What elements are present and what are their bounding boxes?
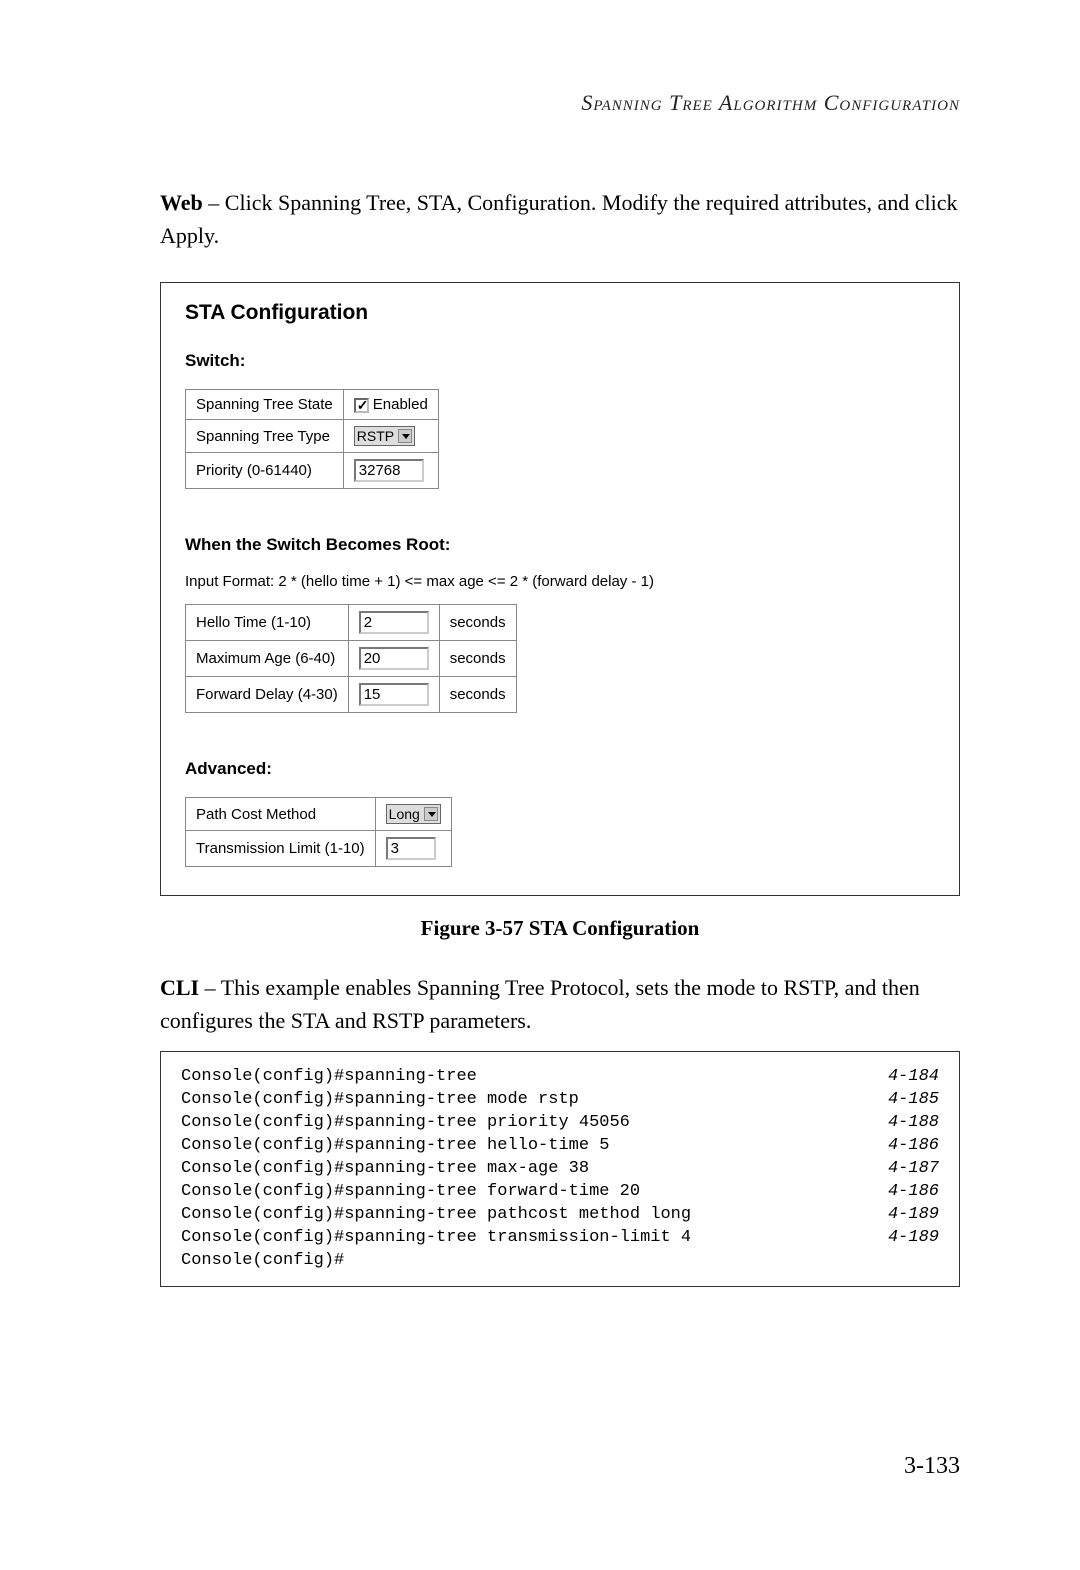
cli-line: Console(config)#spanning-tree forward-ti… [181,1181,939,1204]
cli-text: – This example enables Spanning Tree Pro… [160,975,920,1033]
type-label: Spanning Tree Type [186,420,344,453]
priority-label: Priority (0-61440) [186,453,344,489]
table-row: Transmission Limit (1-10) [186,831,452,867]
cli-cmd: Console(config)# [181,1250,344,1273]
cli-ref: 4-189 [888,1204,939,1227]
forward-label: Forward Delay (4-30) [186,677,349,713]
hello-input[interactable] [359,611,429,634]
type-value: RSTP [357,428,394,444]
web-text: – Click Spanning Tree, STA, Configuratio… [160,190,957,248]
unit-seconds: seconds [439,605,516,641]
table-row: Spanning Tree Type RSTP [186,420,439,453]
pathcost-label: Path Cost Method [186,798,376,831]
forward-input[interactable] [359,683,429,706]
cli-cmd: Console(config)#spanning-tree [181,1066,477,1089]
root-table: Hello Time (1-10) seconds Maximum Age (6… [185,604,517,713]
web-label: Web [160,190,203,215]
cli-line: Console(config)#spanning-tree mode rstp 4… [181,1089,939,1112]
cli-label: CLI [160,975,199,1000]
type-dropdown[interactable]: RSTP [354,426,415,446]
web-intro: Web – Click Spanning Tree, STA, Configur… [160,186,960,252]
type-cell: RSTP [343,420,438,453]
pathcost-cell: Long [375,798,451,831]
root-formula: Input Format: 2 * (hello time + 1) <= ma… [185,573,935,590]
cli-cmd: Console(config)#spanning-tree forward-ti… [181,1181,640,1204]
advanced-table: Path Cost Method Long Transmission Limit… [185,797,452,867]
advanced-heading: Advanced: [185,759,935,779]
maxage-label: Maximum Age (6-40) [186,641,349,677]
cli-line: Console(config)#spanning-tree 4-184 [181,1066,939,1089]
cli-ref: 4-186 [888,1135,939,1158]
cli-ref: 4-186 [888,1181,939,1204]
table-row: Path Cost Method Long [186,798,452,831]
unit-seconds: seconds [439,641,516,677]
cli-line: Console(config)#spanning-tree transmissi… [181,1227,939,1250]
cli-cmd: Console(config)#spanning-tree priority 4… [181,1112,630,1135]
cli-line: Console(config)#spanning-tree priority 4… [181,1112,939,1135]
root-heading: When the Switch Becomes Root: [185,535,935,555]
page-header: Spanning Tree Algorithm Configuration [160,90,960,116]
cli-line: Console(config)#spanning-tree pathcost m… [181,1204,939,1227]
chevron-down-icon [398,429,412,443]
txlimit-label: Transmission Limit (1-10) [186,831,376,867]
txlimit-input[interactable] [386,837,436,860]
sta-title: STA Configuration [185,301,935,325]
sta-config-screenshot: STA Configuration Switch: Spanning Tree … [160,282,960,896]
state-cell: Enabled [343,390,438,420]
switch-heading: Switch: [185,351,935,371]
pathcost-value: Long [389,806,420,822]
cli-ref: 4-188 [888,1112,939,1135]
cli-line: Console(config)# [181,1250,939,1273]
cli-ref: 4-184 [888,1066,939,1089]
cli-intro: CLI – This example enables Spanning Tree… [160,971,960,1037]
cli-cmd: Console(config)#spanning-tree max-age 38 [181,1158,589,1181]
table-row: Spanning Tree State Enabled [186,390,439,420]
cli-cmd: Console(config)#spanning-tree transmissi… [181,1227,691,1250]
unit-seconds: seconds [439,677,516,713]
table-row: Maximum Age (6-40) seconds [186,641,517,677]
cli-ref: 4-187 [888,1158,939,1181]
enabled-label: Enabled [373,396,428,413]
table-row: Hello Time (1-10) seconds [186,605,517,641]
cli-ref: 4-189 [888,1227,939,1250]
table-row: Priority (0-61440) [186,453,439,489]
cli-box: Console(config)#spanning-tree 4-184 Conso… [160,1051,960,1287]
pathcost-dropdown[interactable]: Long [386,804,441,824]
page-number: 3-133 [904,1453,960,1480]
switch-table: Spanning Tree State Enabled Spanning Tre… [185,389,439,489]
cli-cmd: Console(config)#spanning-tree pathcost m… [181,1204,691,1227]
cli-cmd: Console(config)#spanning-tree mode rstp [181,1089,579,1112]
cli-line: Console(config)#spanning-tree hello-time… [181,1135,939,1158]
hello-label: Hello Time (1-10) [186,605,349,641]
enabled-checkbox[interactable] [354,398,369,413]
priority-cell [343,453,438,489]
figure-caption: Figure 3-57 STA Configuration [160,916,960,941]
cli-cmd: Console(config)#spanning-tree hello-time… [181,1135,609,1158]
table-row: Forward Delay (4-30) seconds [186,677,517,713]
cli-ref: 4-185 [888,1089,939,1112]
chevron-down-icon [424,807,438,821]
maxage-input[interactable] [359,647,429,670]
priority-input[interactable] [354,459,424,482]
state-label: Spanning Tree State [186,390,344,420]
cli-line: Console(config)#spanning-tree max-age 38… [181,1158,939,1181]
